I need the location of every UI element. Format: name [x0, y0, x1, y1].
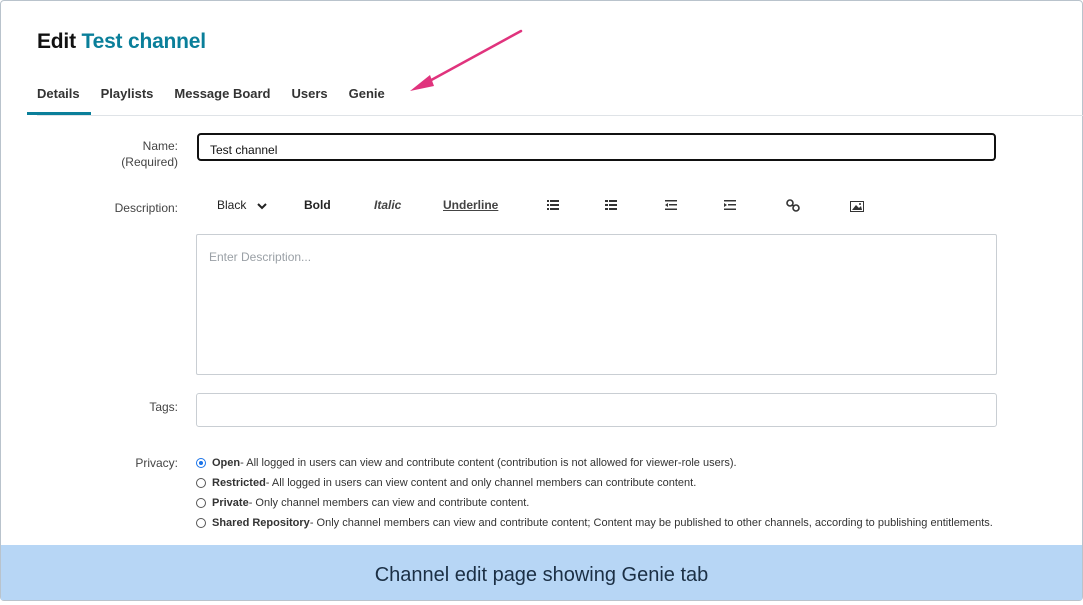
privacy-options: Open - All logged in users can view and …: [196, 453, 993, 533]
privacy-private-name: Private: [212, 497, 249, 509]
title-prefix: Edit: [37, 30, 76, 53]
tab-message-board[interactable]: Message Board: [174, 86, 270, 115]
privacy-open-name: Open: [212, 457, 241, 469]
tab-genie[interactable]: Genie: [349, 86, 385, 115]
page-title: Edit Test channel: [37, 30, 206, 54]
italic-button[interactable]: Italic: [374, 198, 401, 212]
name-field[interactable]: Test channel: [197, 133, 996, 161]
image-icon[interactable]: [850, 201, 864, 212]
name-field-value: Test channel: [210, 143, 278, 157]
privacy-restricted-name: Restricted: [212, 477, 266, 489]
radio-shared-repository[interactable]: [196, 518, 206, 528]
font-color-select[interactable]: Black: [217, 198, 268, 212]
privacy-restricted-desc: - All logged in users can view content a…: [265, 477, 697, 489]
radio-restricted[interactable]: [196, 478, 206, 488]
tab-bar: Details Playlists Message Board Users Ge…: [27, 86, 406, 116]
chevron-down-icon: [256, 203, 267, 210]
tags-input[interactable]: [196, 393, 997, 427]
font-color-value: Black: [217, 198, 247, 212]
tab-playlists[interactable]: Playlists: [101, 86, 154, 115]
privacy-option-shared-repository[interactable]: Shared Repository - Only channel members…: [196, 513, 993, 533]
privacy-option-private[interactable]: Private - Only channel members can view …: [196, 493, 993, 513]
bold-button[interactable]: Bold: [304, 198, 331, 212]
privacy-option-open[interactable]: Open - All logged in users can view and …: [196, 453, 993, 473]
channel-name: Test channel: [81, 30, 207, 53]
screenshot-caption: Channel edit page showing Genie tab: [1, 545, 1082, 600]
radio-open[interactable]: [196, 458, 206, 468]
bulleted-list-icon[interactable]: [547, 200, 559, 210]
required-note: (Required): [121, 155, 178, 169]
privacy-open-desc: - All logged in users can view and contr…: [240, 457, 737, 469]
description-editor[interactable]: Enter Description...: [196, 234, 997, 375]
annotation-arrow: [410, 29, 523, 91]
outdent-icon[interactable]: [665, 200, 677, 210]
tab-users[interactable]: Users: [292, 86, 328, 115]
tab-details[interactable]: Details: [27, 86, 91, 115]
indent-icon[interactable]: [724, 200, 736, 210]
name-label: Name: (Required): [28, 138, 178, 170]
underline-button[interactable]: Underline: [443, 198, 498, 212]
name-label-text: Name:: [142, 139, 178, 153]
radio-private[interactable]: [196, 498, 206, 508]
description-placeholder: Enter Description...: [209, 250, 312, 264]
tab-underline: [37, 115, 1083, 116]
numbered-list-icon[interactable]: [605, 200, 617, 210]
privacy-shared-name: Shared Repository: [212, 517, 310, 529]
privacy-private-desc: - Only channel members can view and cont…: [248, 497, 530, 509]
description-label: Description:: [114, 201, 178, 215]
privacy-shared-desc: - Only channel members can view and cont…: [309, 517, 993, 529]
privacy-label: Privacy:: [135, 456, 178, 470]
link-icon[interactable]: [786, 199, 800, 212]
tags-label: Tags:: [149, 400, 178, 414]
privacy-option-restricted[interactable]: Restricted - All logged in users can vie…: [196, 473, 993, 493]
